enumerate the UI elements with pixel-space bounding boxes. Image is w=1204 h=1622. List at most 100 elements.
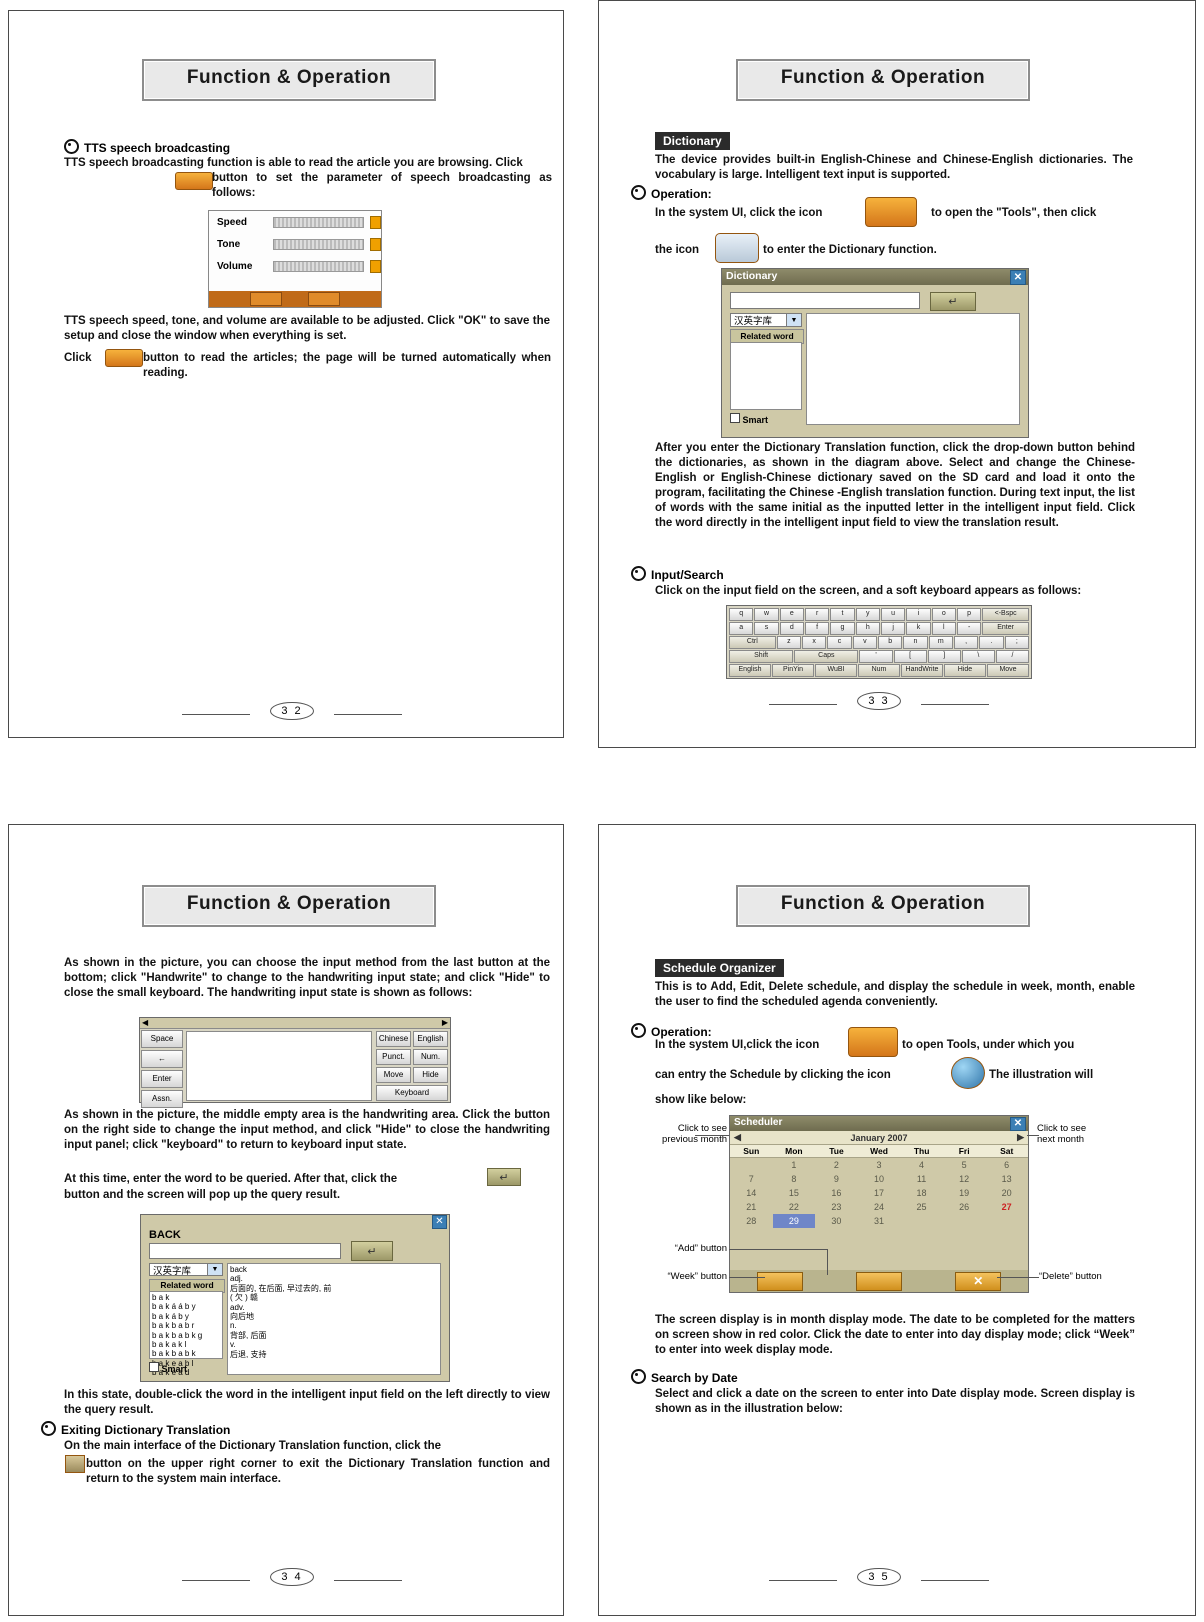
key[interactable]: n [903,636,928,649]
calendar-day[interactable]: 7 [730,1172,773,1186]
key-chinese[interactable]: Chinese [376,1031,411,1047]
calendar-day[interactable]: 13 [985,1172,1028,1186]
key-english[interactable]: English [729,664,771,677]
soft-keyboard[interactable]: q w e r t y u i o p <-Bspc a s d f g h j… [726,605,1032,679]
key-move[interactable]: Move [376,1067,411,1083]
key[interactable]: r [804,608,830,621]
key[interactable]: c [827,636,852,649]
key-pinyin[interactable]: PinYin [772,664,814,677]
calendar-day[interactable]: 9 [815,1172,858,1186]
key[interactable]: d [779,622,804,635]
dictionary-enter-button[interactable]: ↵ [930,292,976,311]
dictionary-search-input[interactable] [730,292,920,309]
close-icon[interactable]: ✕ [1010,1117,1026,1131]
key-english[interactable]: English [413,1031,448,1047]
key[interactable]: \ [961,650,995,663]
result-enter-button[interactable]: ↵ [351,1241,393,1261]
key-backspace[interactable]: ← [141,1050,183,1068]
handwriting-panel[interactable]: ◀ ▶ Space ← Enter Assn. Chinese English [139,1017,451,1108]
calendar-day[interactable]: 10 [858,1172,901,1186]
key[interactable]: b [877,636,903,649]
key-num[interactable]: Num [858,664,900,677]
key-enter[interactable]: Enter [141,1070,183,1088]
calendar-day[interactable]: 6 [985,1158,1028,1172]
key-shift[interactable]: Shift [729,650,794,663]
calendar-day[interactable]: 14 [730,1186,773,1200]
calendar-day[interactable]: 24 [858,1200,901,1214]
related-word-list[interactable] [730,342,802,410]
list-item[interactable]: b a k b a b k [152,1349,220,1358]
key[interactable]: ' [859,650,893,663]
key-enter[interactable]: Enter [982,622,1029,635]
close-icon[interactable]: ✕ [1010,270,1026,285]
calendar-day[interactable]: 15 [773,1186,816,1200]
key-num[interactable]: Num. [413,1049,448,1065]
tts-ok-button[interactable] [250,292,282,306]
key[interactable]: o [931,608,956,621]
key-move[interactable]: Move [987,664,1029,677]
list-item[interactable]: b a k b a b k g [152,1331,220,1340]
calendar-day[interactable]: 11 [900,1172,943,1186]
scheduler-day-grid[interactable]: 1 2 3 4 5 6 7 8 9 10 11 12 13 14 15 16 17 18 19 20 21 22 23 24 2… [730,1158,1028,1228]
dictionary-select[interactable]: 汉英字库 ▼ [730,313,802,327]
week-button[interactable] [756,1271,803,1291]
key[interactable]: k [906,622,931,635]
list-item[interactable]: b a k [152,1293,220,1302]
key[interactable]: a [729,622,754,635]
key[interactable]: u [880,608,906,621]
calendar-day[interactable]: 28 [730,1214,773,1228]
key[interactable]: [ [893,650,927,663]
result-dictionary-select[interactable]: 汉英字库 ▼ [149,1263,223,1277]
calendar-day[interactable]: 20 [985,1186,1028,1200]
key[interactable]: h [855,622,880,635]
tts-tone-knob[interactable] [370,237,381,251]
key[interactable]: w [754,608,779,621]
key-ctrl[interactable]: Ctrl [729,636,776,649]
calendar-day[interactable]: 22 [773,1200,816,1214]
key[interactable]: v [852,636,877,649]
calendar-day[interactable]: 26 [943,1200,986,1214]
key[interactable]: e [779,608,804,621]
key[interactable]: q [729,608,754,621]
key-keyboard[interactable]: Keyboard [376,1085,448,1101]
calendar-day[interactable]: 4 [900,1158,943,1172]
calendar-day[interactable]: 23 [815,1200,858,1214]
checkbox-icon[interactable] [149,1362,159,1372]
calendar-day[interactable]: 17 [858,1186,901,1200]
tts-cancel-button[interactable] [308,292,340,306]
key-punct[interactable]: Punct. [376,1049,411,1065]
key[interactable]: l [931,622,956,635]
delete-button[interactable]: ✕ [955,1271,1002,1291]
scroll-right-icon[interactable]: ▶ [442,1018,448,1027]
calendar-day[interactable]: 25 [900,1200,943,1214]
list-item[interactable]: b a k á á b y [152,1302,220,1311]
key-caps[interactable]: Caps [794,650,859,663]
key[interactable]: f [804,622,830,635]
key[interactable]: ; [1004,636,1029,649]
key-space[interactable]: Space [141,1030,183,1048]
calendar-day[interactable]: 27 [985,1200,1028,1214]
key[interactable]: ] [927,650,961,663]
key[interactable]: y [855,608,880,621]
key-wubi[interactable]: WuBI [815,664,857,677]
calendar-day[interactable]: 2 [815,1158,858,1172]
calendar-day[interactable]: 21 [730,1200,773,1214]
checkbox-icon[interactable] [730,413,740,423]
key[interactable]: , [953,636,979,649]
list-item[interactable]: b a k b a b r [152,1321,220,1330]
key[interactable]: g [830,622,855,635]
prev-month-arrow-icon[interactable]: ◀ [734,1132,741,1143]
tts-volume-knob[interactable] [370,259,381,273]
calendar-day[interactable]: 5 [943,1158,986,1172]
calendar-day[interactable]: 12 [943,1172,986,1186]
tts-tone-slider[interactable] [273,238,364,250]
list-item[interactable]: b a k á b y [152,1312,220,1321]
key[interactable]: s [754,622,779,635]
tts-volume-slider[interactable] [273,260,364,272]
calendar-day[interactable]: 3 [858,1158,901,1172]
list-item[interactable]: b a k a k l [152,1340,220,1349]
key-assn[interactable]: Assn. [141,1090,183,1108]
key[interactable]: - [956,622,982,635]
smart-checkbox[interactable]: Smart [730,413,768,425]
key-hide[interactable]: Hide [944,664,986,677]
